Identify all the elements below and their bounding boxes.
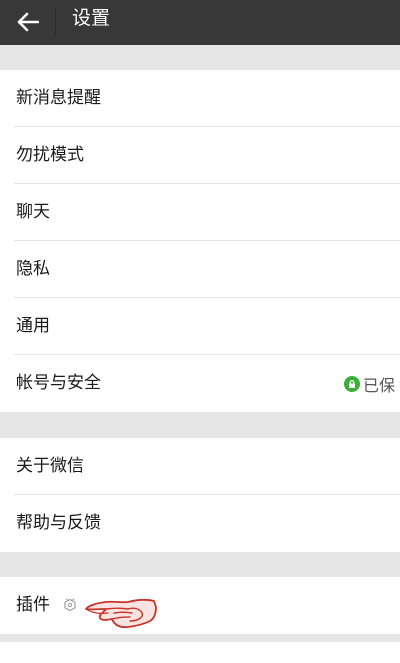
settings-item-new-message-notification[interactable]: 新消息提醒 xyxy=(0,70,400,127)
security-status: 已保 xyxy=(344,355,395,412)
settings-item-label: 帐号与安全 xyxy=(16,373,101,393)
settings-item-do-not-disturb[interactable]: 勿扰模式 xyxy=(0,127,400,184)
settings-item-label: 通用 xyxy=(16,316,50,336)
settings-item-label: 勿扰模式 xyxy=(16,145,84,165)
settings-item-about-wechat[interactable]: 关于微信 xyxy=(0,438,400,495)
settings-item-label: 聊天 xyxy=(16,202,50,222)
settings-item-label: 隐私 xyxy=(16,259,50,279)
settings-item-label: 新消息提醒 xyxy=(16,88,101,108)
settings-item-label: 帮助与反馈 xyxy=(16,513,101,533)
page-title: 设置 xyxy=(72,7,111,29)
settings-item-chat[interactable]: 聊天 xyxy=(0,184,400,241)
title-bar: 设置 xyxy=(0,0,400,45)
settings-item-label: 关于微信 xyxy=(16,456,84,476)
settings-group-about: 关于微信 帮助与反馈 xyxy=(0,438,400,552)
lock-icon xyxy=(344,375,360,392)
header-divider xyxy=(55,9,56,35)
settings-item-help-feedback[interactable]: 帮助与反馈 xyxy=(0,495,400,552)
security-status-text: 已保 xyxy=(363,375,396,395)
settings-item-label: 插件 xyxy=(16,595,50,615)
settings-item-general[interactable]: 通用 xyxy=(0,298,400,355)
settings-item-privacy[interactable]: 隐私 xyxy=(0,241,400,298)
settings-group-plugins: 插件 xyxy=(0,577,400,634)
arrow-left-icon[interactable] xyxy=(14,8,42,36)
settings-group-general: 新消息提醒 勿扰模式 聊天 隐私 通用 帐号与安全 已保 xyxy=(0,70,400,412)
pointing-hand-icon xyxy=(84,595,160,635)
settings-item-plugins[interactable]: 插件 xyxy=(0,577,400,634)
bottom-panel xyxy=(0,642,400,663)
settings-item-account-security[interactable]: 帐号与安全 已保 xyxy=(0,355,400,412)
plugin-icon xyxy=(63,597,77,612)
